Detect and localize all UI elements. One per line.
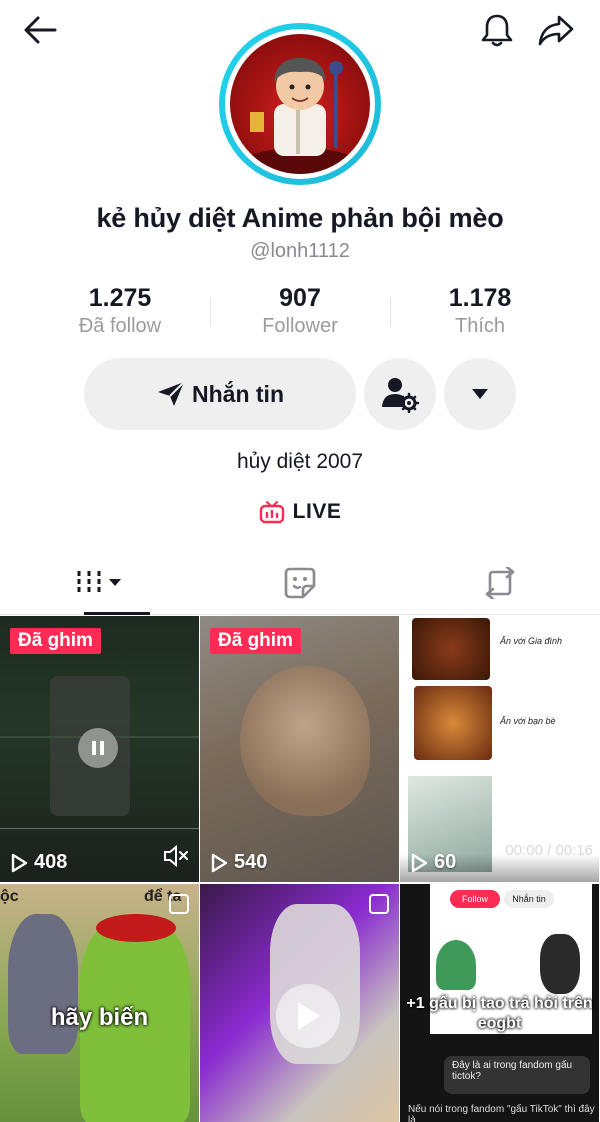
food-image (414, 686, 492, 760)
sticker-icon (284, 567, 316, 599)
speaker-muted-icon (164, 844, 188, 868)
stat-followers-label: Follower (262, 315, 338, 337)
arrow-left-icon (24, 16, 57, 44)
multi-image-icon (169, 894, 189, 914)
play-icon[interactable] (276, 984, 340, 1048)
video-thumbnail[interactable]: Đã ghim 408 (0, 616, 199, 882)
food-image (412, 618, 490, 680)
bottom-text: Nếu nói trong fandom "gấu TikTok" thì đâ… (408, 1104, 595, 1122)
stat-following[interactable]: 1.275 Đã follow (30, 284, 210, 344)
video-caption: hãy biến (50, 1004, 149, 1031)
message-button[interactable]: Nhắn tin (84, 358, 356, 430)
chat-bubble: Đây là ai trong fandom gấu tictok? (444, 1056, 590, 1094)
stat-likes-value: 1.178 (448, 284, 512, 312)
caret-down-icon (472, 389, 488, 399)
more-options-button[interactable] (444, 358, 516, 430)
view-count-value: 540 (234, 851, 268, 873)
profile-actions: Nhắn tin (84, 358, 516, 430)
live-label: LIVE (292, 500, 342, 523)
play-outline-icon (11, 853, 28, 872)
view-count-value: 60 (434, 851, 457, 873)
paper-plane-icon (158, 381, 185, 406)
stat-likes[interactable]: 1.178 Thích (390, 284, 570, 344)
stat-followers-value: 907 (279, 284, 321, 312)
dog-image (240, 666, 370, 816)
view-count: 540 (210, 851, 267, 874)
video-grid: Đã ghim 408 Đã ghim 540 Ăn với Gia đình … (0, 616, 600, 1122)
avatar-ring[interactable] (219, 23, 381, 185)
embedded-follow-button: Follow (450, 890, 500, 908)
corner-text: ộc (0, 888, 19, 905)
stat-following-label: Đã follow (78, 315, 162, 337)
mute-toggle[interactable] (163, 844, 189, 872)
share-icon (538, 15, 574, 46)
video-thumbnail[interactable]: ộc để ta hãy biến (0, 884, 199, 1122)
tv-icon (259, 501, 284, 524)
stat-likes-label: Thích (454, 315, 506, 337)
video-thumbnail[interactable]: Follow Nhắn tin +1 gấu bị tao trả hỏi tr… (400, 884, 599, 1122)
stat-following-value: 1.275 (88, 284, 152, 312)
bio: hủy diệt 2007 (236, 450, 364, 473)
pinned-badge: Đã ghim (10, 628, 101, 654)
video-thumbnail[interactable]: Đã ghim 540 (200, 616, 399, 882)
bell-icon (481, 14, 513, 47)
friend-settings-button[interactable] (364, 358, 436, 430)
tab-favorites[interactable] (200, 552, 400, 614)
side-text: Ăn với Gia đình (500, 636, 562, 646)
content-tabs (0, 552, 600, 615)
pause-icon (78, 728, 118, 768)
pinned-badge: Đã ghim (210, 628, 301, 654)
tab-reposts[interactable] (400, 552, 600, 614)
grid-icon (77, 571, 121, 595)
play-outline-icon (411, 853, 428, 872)
video-timestamp: 00:00 / 00:16 (505, 842, 593, 859)
cartoon-cat (8, 914, 78, 1054)
view-count: 408 (10, 851, 67, 874)
notifications-button[interactable] (475, 8, 519, 52)
message-button-label: Nhắn tin (192, 380, 284, 407)
multi-image-icon (369, 894, 389, 914)
avatar (230, 34, 370, 174)
live-link[interactable]: LIVE (0, 500, 600, 524)
tab-videos[interactable] (0, 552, 200, 615)
play-outline-icon (211, 853, 228, 872)
side-text: Ăn với bạn bè (500, 716, 556, 726)
view-count: 60 (410, 851, 456, 874)
stat-followers[interactable]: 907 Follower (210, 284, 390, 344)
repost-icon (485, 567, 515, 599)
avatar-illustration (244, 58, 356, 174)
share-button[interactable] (534, 8, 578, 52)
video-thumbnail[interactable]: Ăn với Gia đình Ăn với bạn bè 00:00 / 00… (400, 616, 599, 882)
display-name: kẻ hủy diệt Anime phản bội mèo (96, 203, 504, 233)
back-button[interactable] (18, 8, 62, 52)
view-count-value: 408 (34, 851, 68, 873)
video-thumbnail[interactable] (200, 884, 399, 1122)
video-caption: +1 gấu bị tao trả hỏi trên eogbt (406, 995, 593, 1032)
user-gear-icon (382, 378, 420, 413)
embedded-message-button: Nhắn tin (504, 890, 554, 908)
profile-stats: 1.275 Đã follow 907 Follower 1.178 Thích (30, 284, 570, 344)
username: @lonh1112 (250, 240, 350, 262)
